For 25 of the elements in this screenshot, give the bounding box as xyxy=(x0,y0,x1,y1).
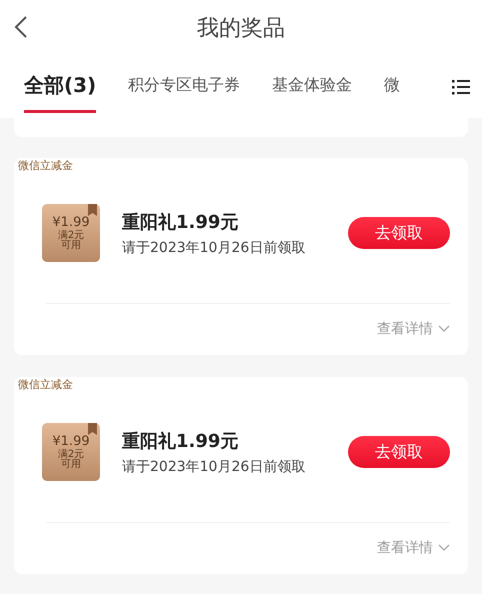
prize-title: 重阳礼1.99元 xyxy=(122,430,240,452)
chevron-down-icon xyxy=(438,544,450,552)
menu-icon[interactable] xyxy=(452,78,470,94)
deadline-text: 请于2023年10月26日前领取 xyxy=(122,458,306,476)
prize-title: 重阳礼1.99元 xyxy=(122,210,240,234)
coupon-amount: ¥1.99 xyxy=(52,434,90,449)
back-icon[interactable] xyxy=(14,15,28,39)
page-title: 我的奖品 xyxy=(197,14,285,42)
bookmark-icon xyxy=(88,423,97,435)
deadline-text: 请于2023年10月26日前领取 xyxy=(122,238,306,256)
coupon-amount: ¥1.99 xyxy=(52,215,90,230)
tab[interactable]: 基金体验金 xyxy=(272,63,352,110)
coupon-condition: 满2元 xyxy=(58,450,84,460)
coupon-condition: 可用 xyxy=(61,460,81,470)
tab[interactable]: 全部(3) xyxy=(24,60,96,113)
bookmark-icon xyxy=(88,204,97,216)
prize-tag: 微信立减金 xyxy=(18,158,73,173)
tab[interactable]: 积分专区电子券 xyxy=(128,63,240,110)
tab[interactable]: 微 xyxy=(384,63,400,110)
prize-tag: 微信立减金 xyxy=(18,377,73,392)
claim-button[interactable]: 去领取 xyxy=(348,436,450,468)
coupon-condition: 满2元 xyxy=(58,231,84,241)
coupon-condition: 可用 xyxy=(61,241,81,251)
chevron-down-icon xyxy=(438,325,450,333)
claim-button[interactable]: 去领取 xyxy=(348,217,450,249)
